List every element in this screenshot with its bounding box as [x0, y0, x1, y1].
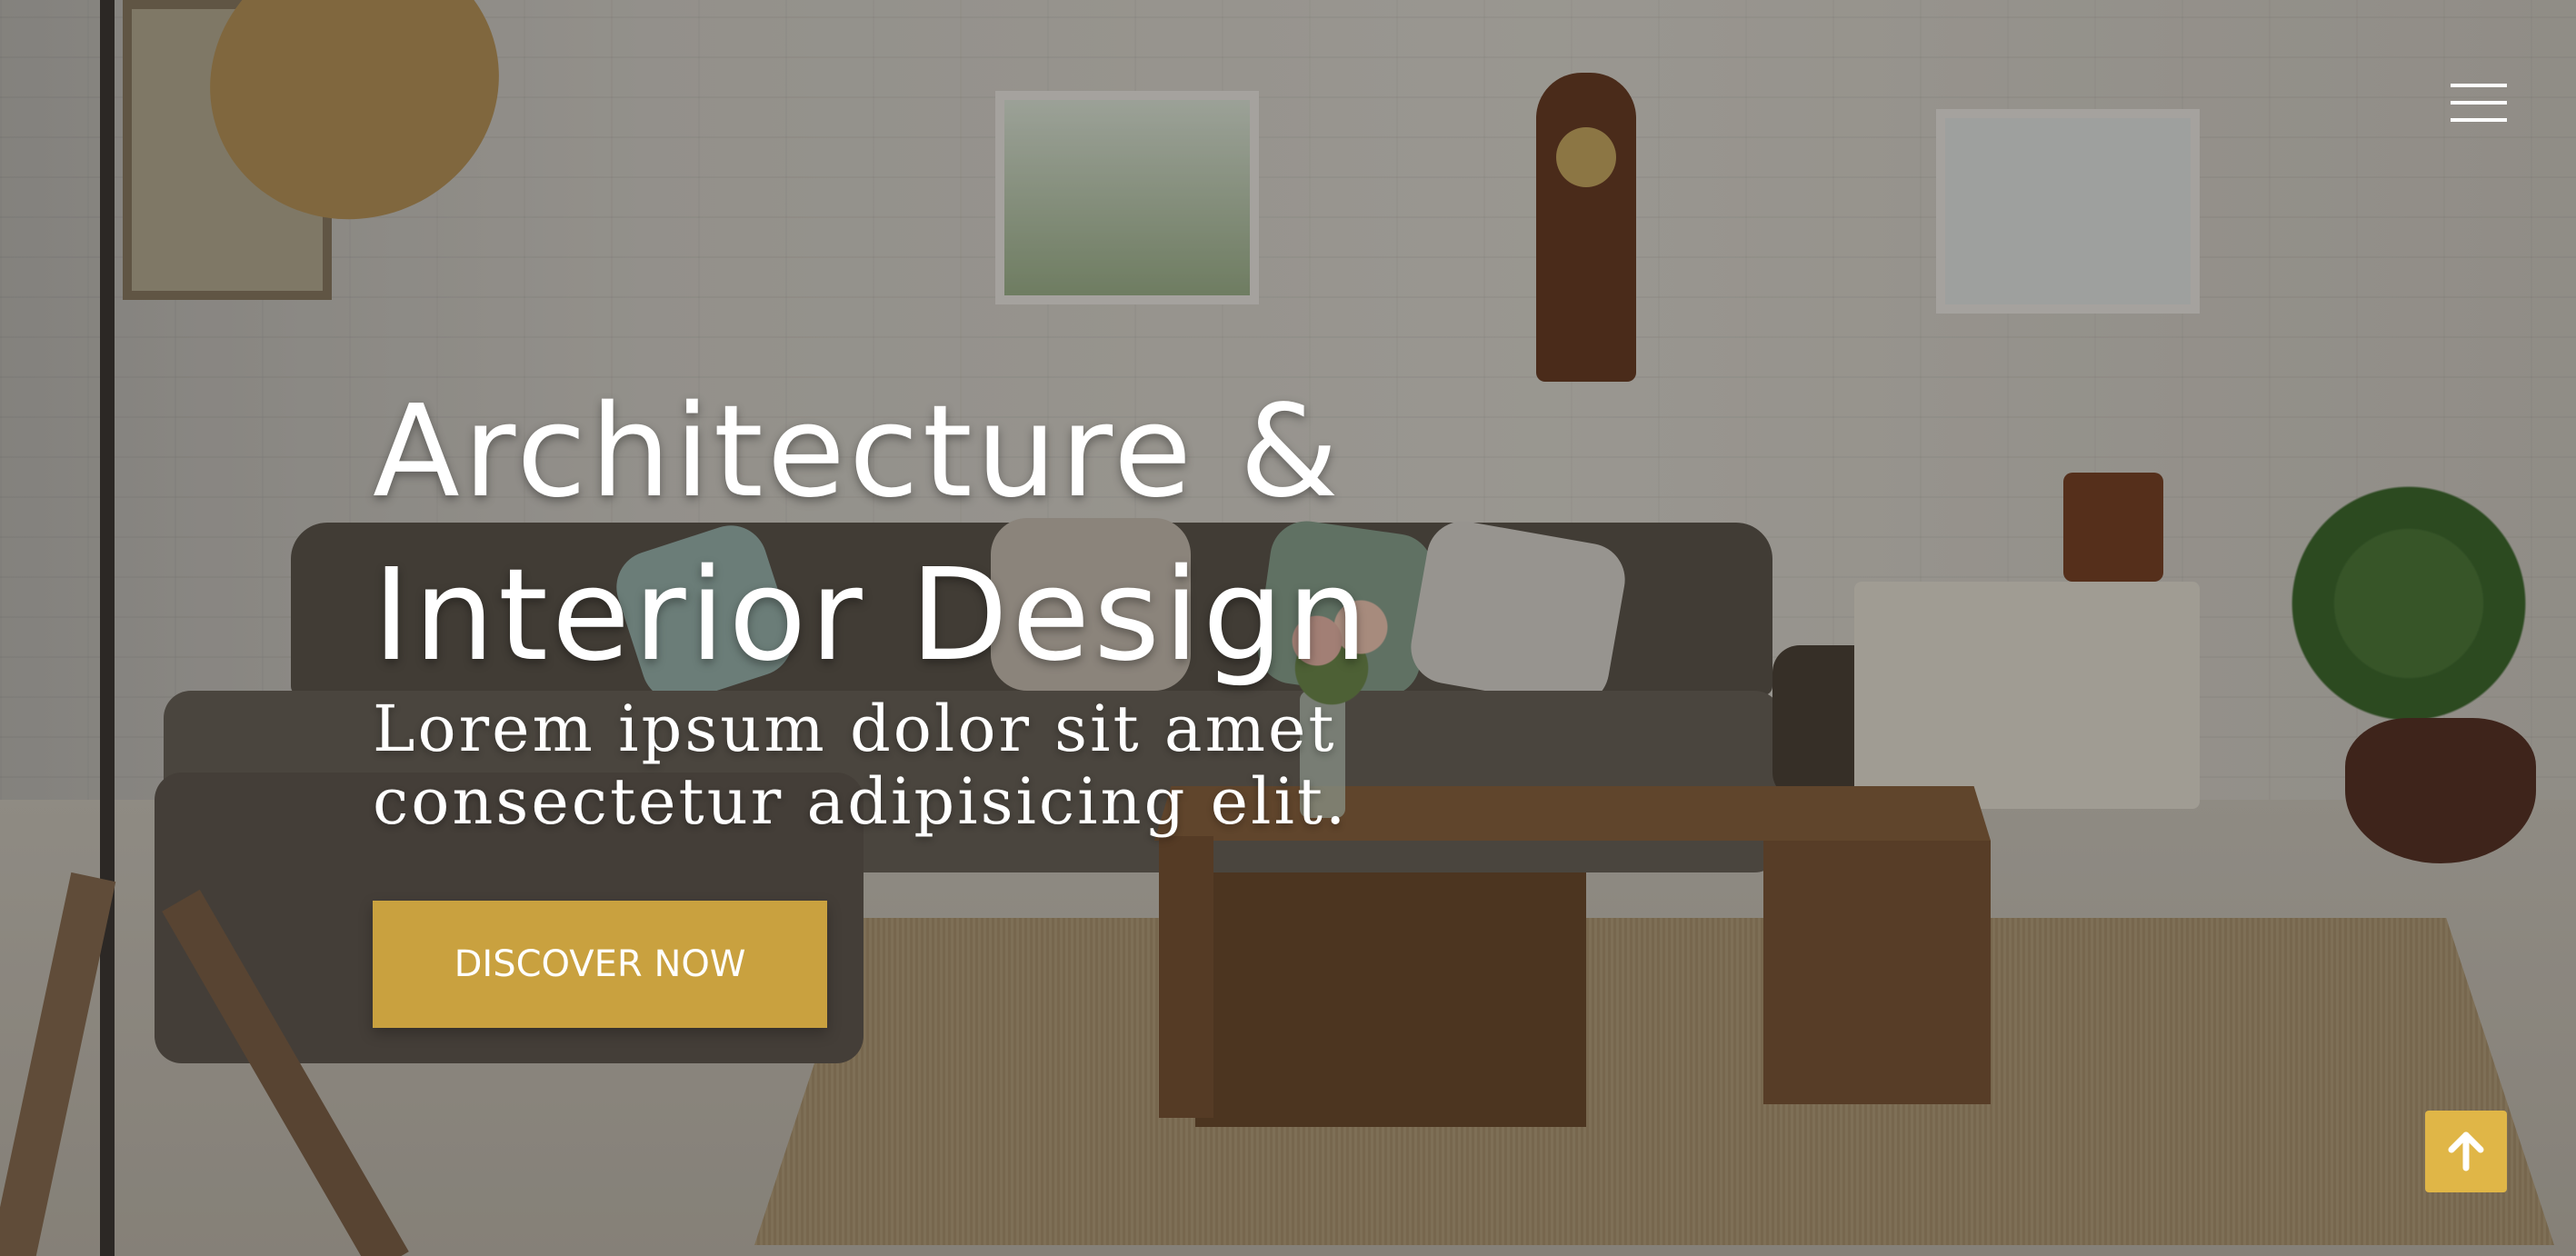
hero-title-line-2: Interior Design	[373, 542, 1372, 690]
discover-now-button[interactable]: DISCOVER NOW	[373, 901, 827, 1028]
scroll-to-top-button[interactable]	[2425, 1111, 2507, 1192]
hero-title: Architecture & Interior Design	[373, 371, 1918, 698]
hero-section: Architecture & Interior Design Lorem ips…	[0, 0, 2576, 1256]
hero-subtitle: Lorem ipsum dolor sit amet consectetur a…	[373, 692, 1349, 839]
menu-bar	[2451, 84, 2507, 87]
menu-bar	[2451, 101, 2507, 105]
hamburger-menu-icon[interactable]	[2451, 84, 2507, 122]
hero-title-line-1: Architecture &	[373, 378, 1343, 526]
menu-bar	[2451, 118, 2507, 122]
arrow-up-icon	[2448, 1131, 2484, 1171]
